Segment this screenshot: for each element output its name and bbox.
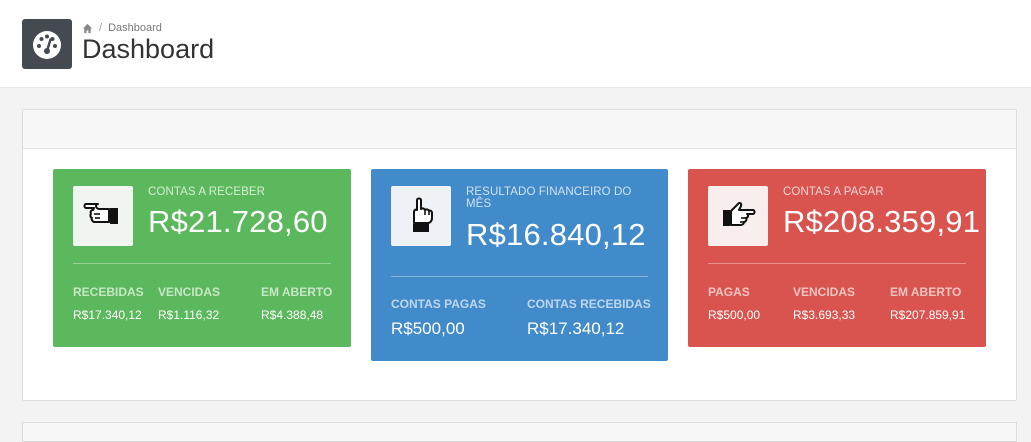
- stat-label-pagas: PAGAS: [708, 285, 750, 299]
- hand-pointing-up-icon: [391, 186, 451, 246]
- card-contas-a-pagar[interactable]: CONTAS A PAGAR R$208.359,91 PAGAS R$500,…: [688, 169, 986, 347]
- page-header: / Dashboard Dashboard: [0, 0, 1031, 88]
- stat-value-pagas: R$500,00: [708, 308, 761, 322]
- secondary-panel: [22, 422, 1017, 442]
- card-divider: [708, 263, 966, 264]
- stat-label-contas-recebidas: CONTAS RECEBIDAS: [527, 297, 651, 311]
- breadcrumb-current[interactable]: Dashboard: [108, 22, 162, 34]
- stat-value-contas-recebidas: R$17.340,12: [527, 319, 625, 338]
- card-resultado-financeiro[interactable]: RESULTADO FINANCEIRO DO MÊS R$16.840,12 …: [371, 169, 668, 361]
- card-value: R$16.840,12: [466, 217, 646, 252]
- home-icon[interactable]: [82, 23, 93, 34]
- stat-value-em-aberto: R$4.388,48: [261, 308, 324, 322]
- panel-heading: [23, 110, 1016, 149]
- card-contas-a-receber[interactable]: CONTAS A RECEBER R$21.728,60 RECEBIDAS R…: [53, 169, 351, 347]
- stat-label-recebidas: RECEBIDAS: [73, 285, 144, 299]
- hand-pointing-right-icon: [708, 186, 768, 246]
- card-divider: [391, 276, 648, 277]
- card-divider: [73, 263, 331, 264]
- stat-label-contas-pagas: CONTAS PAGAS: [391, 297, 486, 311]
- stat-value-vencidas: R$3.693,33: [793, 308, 856, 322]
- stat-value-recebidas: R$17.340,12: [73, 308, 142, 322]
- card-label: CONTAS A RECEBER: [148, 186, 266, 198]
- stat-value-contas-pagas: R$500,00: [391, 319, 465, 338]
- breadcrumb-separator: /: [99, 22, 103, 34]
- stat-value-em-aberto: R$207.859,91: [890, 308, 966, 322]
- card-label: CONTAS A PAGAR: [783, 186, 884, 198]
- breadcrumb: / Dashboard: [82, 22, 162, 34]
- card-value: R$21.728,60: [148, 204, 328, 239]
- stat-label-vencidas: VENCIDAS: [158, 285, 221, 299]
- card-value: R$208.359,91: [783, 204, 981, 239]
- card-label: RESULTADO FINANCEIRO DO MÊS: [466, 186, 632, 210]
- page-title: Dashboard: [82, 34, 215, 64]
- stat-label-em-aberto: EM ABERTO: [890, 285, 962, 299]
- stat-label-vencidas: VENCIDAS: [793, 285, 856, 299]
- hand-pointing-left-icon: [73, 186, 133, 246]
- stat-label-em-aberto: EM ABERTO: [261, 285, 333, 299]
- dashboard-gauge-icon: [22, 19, 72, 69]
- stat-value-vencidas: R$1.116,32: [158, 308, 220, 322]
